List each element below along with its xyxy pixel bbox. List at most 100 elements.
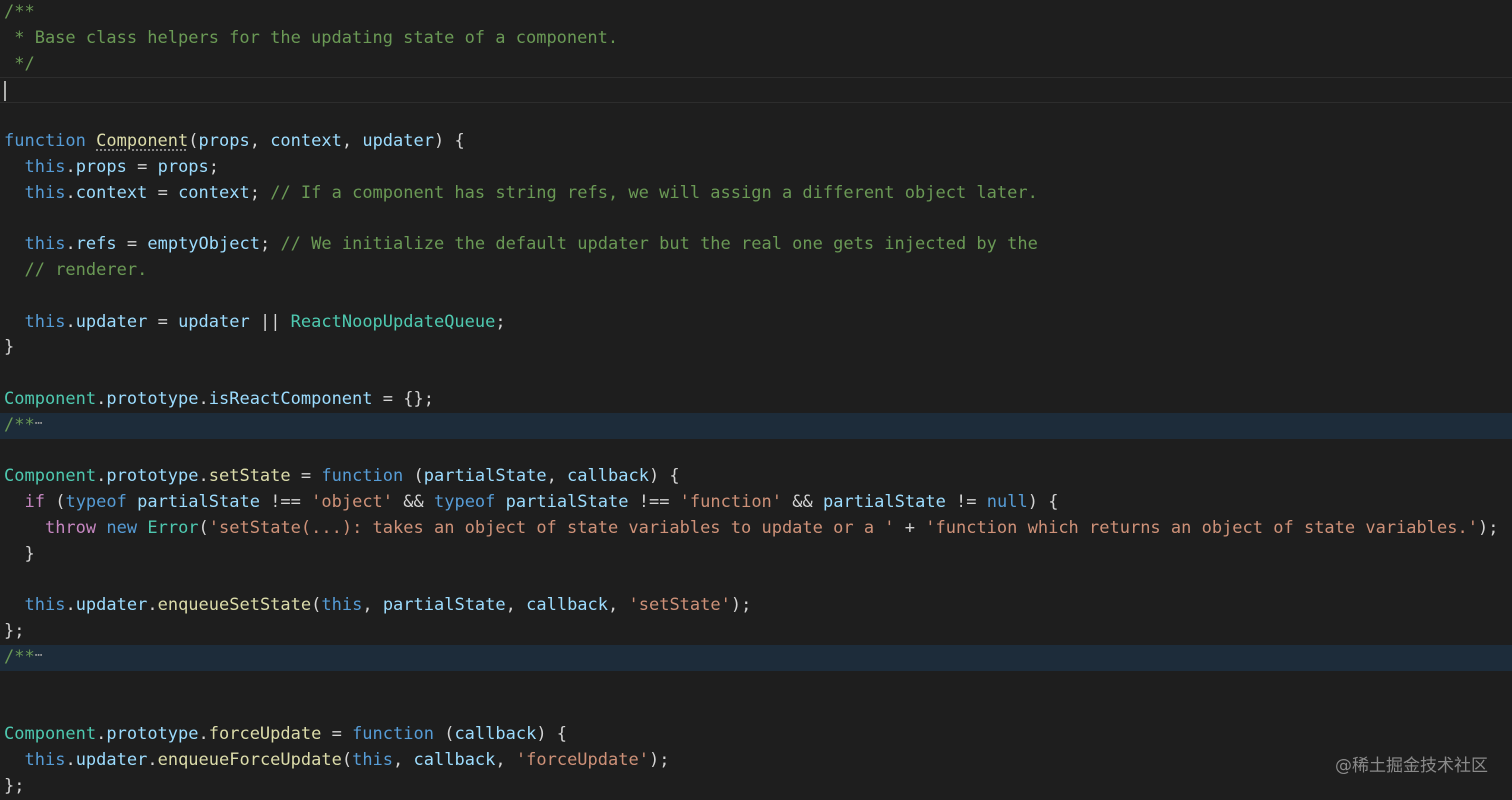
code-token: ) {	[433, 130, 465, 151]
code-token: partialState	[822, 492, 946, 513]
code-token: updater	[75, 311, 148, 332]
code-line[interactable]: /**	[0, 0, 1512, 26]
code-token: &&	[393, 492, 434, 513]
code-token: ,	[393, 750, 414, 771]
folded-code-line[interactable]: /**⋯	[0, 644, 1512, 671]
code-token: updater	[75, 595, 148, 616]
code-token: !==	[259, 492, 312, 513]
code-token: ,	[495, 750, 516, 771]
code-line[interactable]	[0, 284, 1512, 310]
code-line[interactable]	[0, 568, 1512, 594]
code-line[interactable]	[0, 206, 1512, 232]
code-token: ||	[249, 311, 291, 332]
code-token: typeof	[65, 492, 127, 513]
code-line[interactable]: };	[0, 774, 1512, 800]
code-line[interactable]: this.props = props;	[0, 155, 1512, 181]
code-token: // If a component has string refs, we wi…	[270, 182, 1038, 203]
code-token: };	[4, 775, 25, 796]
code-line[interactable]: if (typeof partialState !== 'object' && …	[0, 490, 1512, 516]
code-token: !==	[628, 492, 680, 513]
fold-ellipsis-icon[interactable]: ⋯	[35, 416, 43, 431]
code-token: context	[270, 130, 342, 151]
code-line[interactable]: // renderer.	[0, 258, 1512, 284]
folded-code-line[interactable]: /**⋯	[0, 412, 1512, 439]
code-token: !=	[945, 492, 987, 513]
code-token: (	[198, 517, 209, 538]
code-line[interactable]: }	[0, 335, 1512, 361]
code-token: callback	[526, 595, 609, 616]
code-line[interactable]: Component.prototype.setState = function …	[0, 464, 1512, 490]
code-line[interactable]	[0, 103, 1512, 129]
code-token: (	[44, 492, 66, 513]
code-token: ;	[259, 234, 281, 255]
code-line[interactable]	[0, 77, 1512, 104]
code-token: ;	[249, 182, 271, 203]
code-token: +	[894, 517, 926, 538]
code-line[interactable]	[0, 697, 1512, 723]
code-token: .	[65, 595, 76, 616]
code-line[interactable]: this.updater.enqueueForceUpdate(this, ca…	[0, 748, 1512, 774]
code-token: this	[352, 750, 394, 771]
code-token: =	[290, 466, 322, 487]
code-line[interactable]: */	[0, 52, 1512, 78]
code-token: function	[321, 466, 404, 487]
code-token: Component	[4, 466, 97, 487]
code-token: .	[65, 156, 76, 177]
code-token: .	[96, 466, 107, 487]
code-token: this	[24, 311, 66, 332]
code-token: 'setState(...): takes an object of state…	[208, 517, 895, 538]
code-token: (	[188, 130, 199, 151]
code-editor[interactable]: /** * Base class helpers for the updatin…	[0, 0, 1512, 800]
code-token: 'function which returns an object of sta…	[925, 517, 1478, 538]
code-line[interactable]: Component.prototype.forceUpdate = functi…	[0, 722, 1512, 748]
code-line[interactable]: function Component(props, context, updat…	[0, 129, 1512, 155]
code-token: (	[311, 595, 322, 616]
code-token: this	[24, 156, 66, 177]
fold-ellipsis-icon[interactable]: ⋯	[35, 648, 43, 663]
code-line[interactable]: this.context = context; // If a componen…	[0, 181, 1512, 207]
code-token: updater	[178, 311, 250, 332]
watermark: @稀土掘金技术社区	[1335, 756, 1488, 776]
code-line[interactable]: };	[0, 619, 1512, 645]
code-token: 'forceUpdate'	[515, 750, 649, 771]
code-token: // We initialize the default updater but…	[280, 234, 1038, 255]
code-token: ,	[362, 595, 383, 616]
code-line[interactable]: this.updater = updater || ReactNoopUpdat…	[0, 310, 1512, 336]
code-line[interactable]	[0, 439, 1512, 465]
code-token: =	[147, 311, 179, 332]
code-token: (	[403, 466, 424, 487]
code-token: &&	[782, 492, 823, 513]
code-token: // renderer.	[24, 259, 148, 280]
code-line[interactable]: * Base class helpers for the updating st…	[0, 26, 1512, 52]
code-token: this	[24, 750, 66, 771]
code-token: ) {	[1027, 492, 1059, 513]
code-line[interactable]	[0, 361, 1512, 387]
code-line[interactable]: this.updater.enqueueSetState(this, parti…	[0, 593, 1512, 619]
code-line[interactable]: throw new Error('setState(...): takes an…	[0, 516, 1512, 542]
code-line[interactable]	[0, 671, 1512, 697]
code-token: ,	[546, 466, 568, 487]
code-token: context	[178, 182, 250, 203]
code-token: refs	[75, 234, 117, 255]
code-token: forceUpdate	[208, 724, 322, 745]
code-line[interactable]: }	[0, 542, 1512, 568]
code-token: Component	[4, 388, 97, 409]
code-line[interactable]: this.refs = emptyObject; // We initializ…	[0, 232, 1512, 258]
code-token: ReactNoopUpdateQueue	[290, 311, 496, 332]
code-token: ,	[341, 130, 363, 151]
code-token: .	[65, 182, 76, 203]
code-token: new	[106, 517, 138, 538]
code-token: /**	[4, 646, 35, 667]
code-token: context	[75, 182, 148, 203]
code-token: null	[986, 492, 1028, 513]
code-token: callback	[454, 724, 537, 745]
code-token: }	[4, 543, 35, 564]
code-area[interactable]: /** * Base class helpers for the updatin…	[0, 0, 1512, 800]
code-token: };	[4, 621, 25, 642]
code-line[interactable]: Component.prototype.isReactComponent = {…	[0, 387, 1512, 413]
